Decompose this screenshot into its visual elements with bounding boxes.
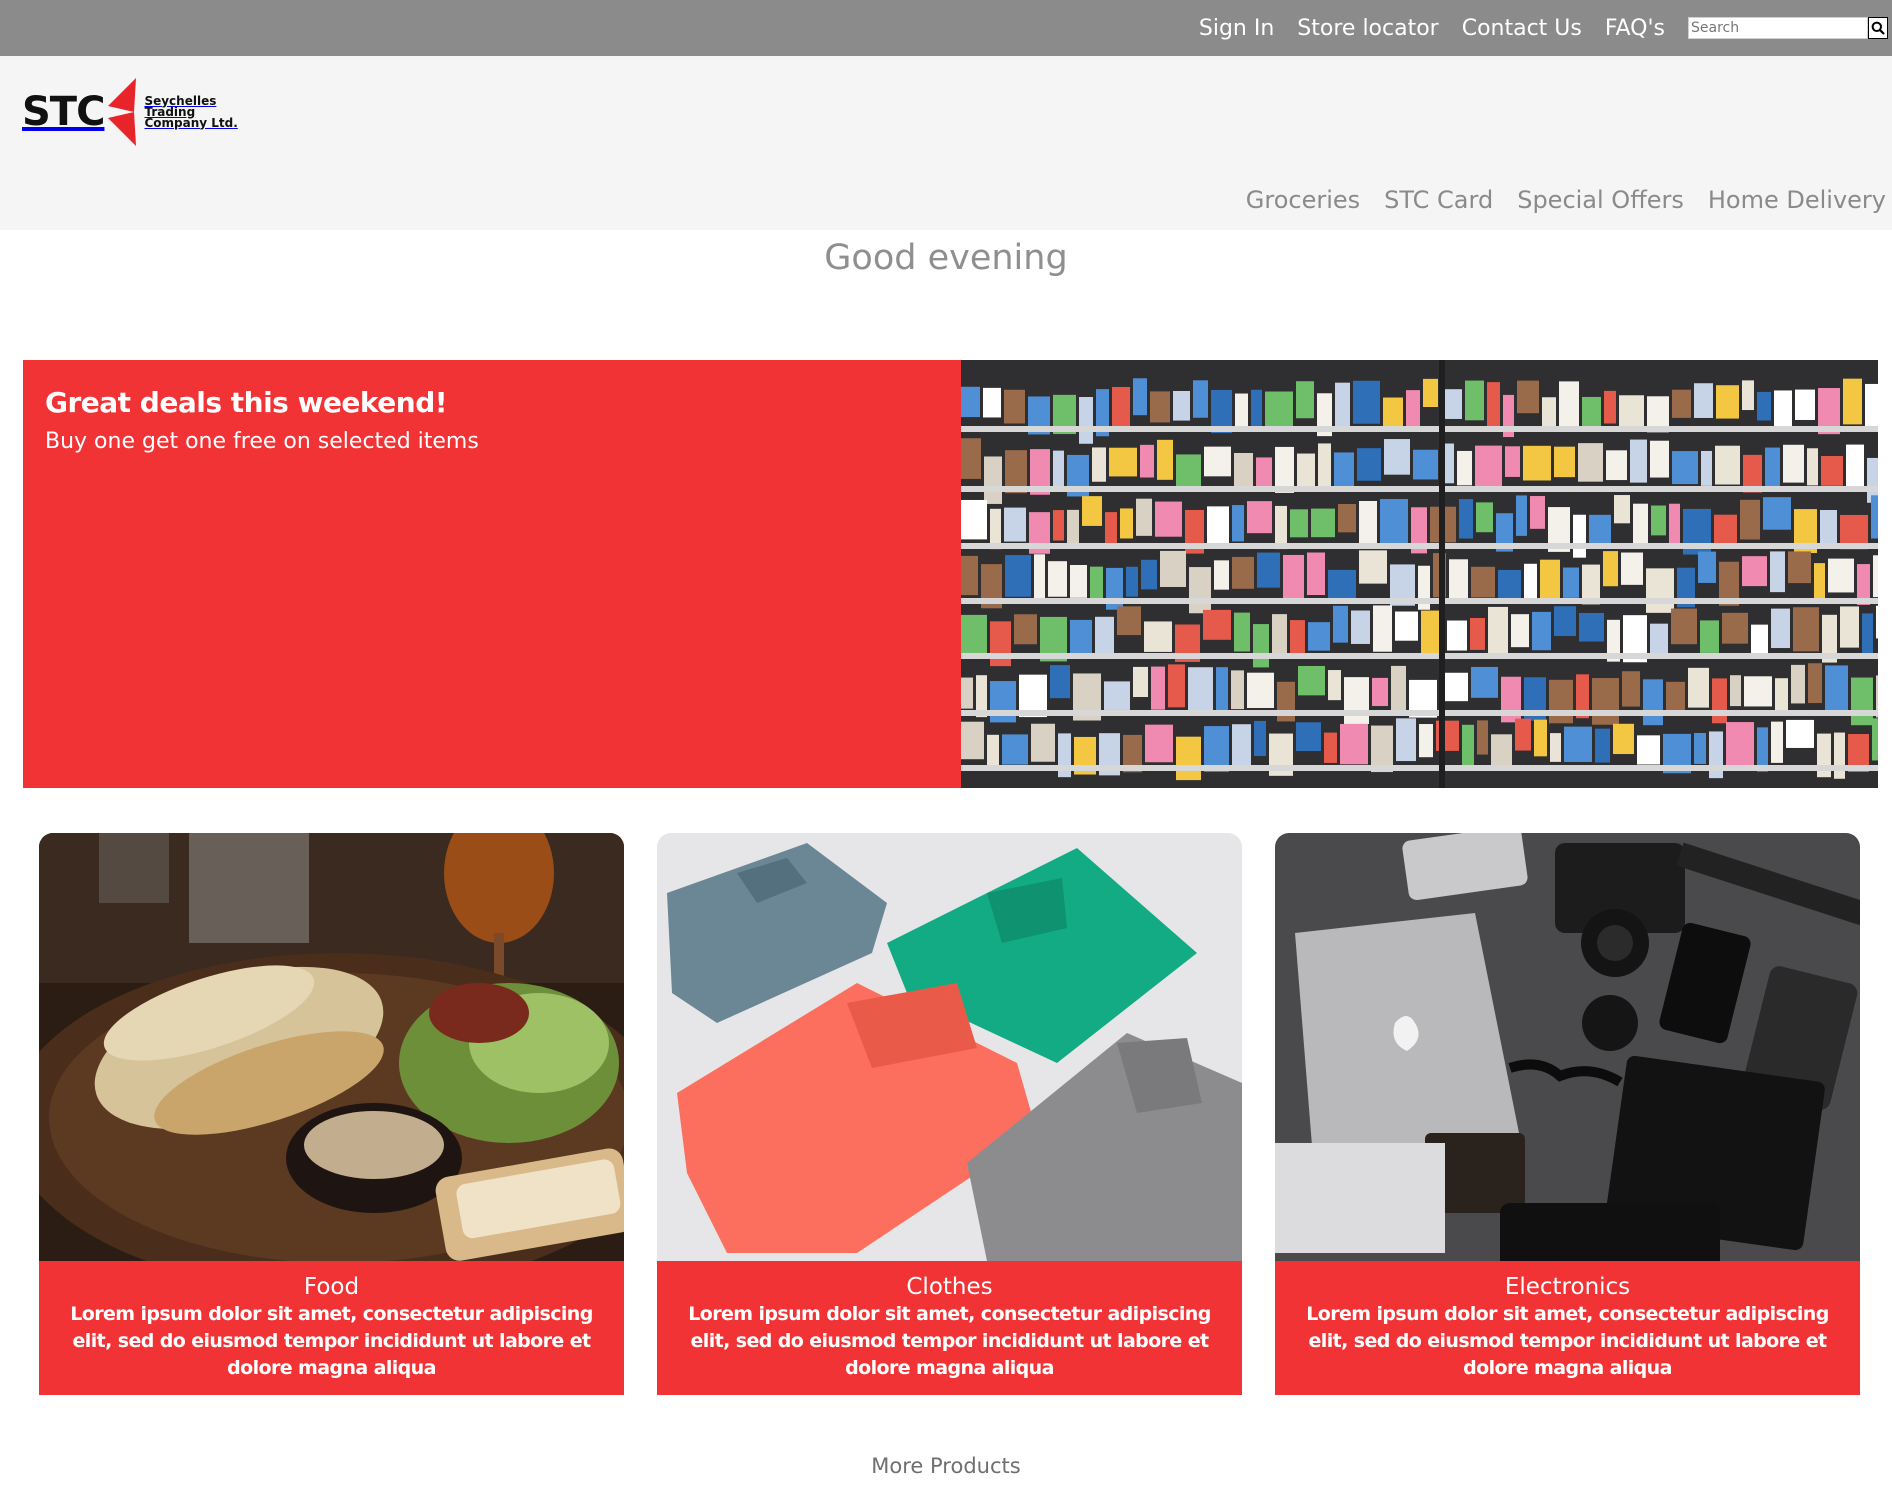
food-plate-image: [39, 833, 624, 1261]
food-card-body: Food Lorem ipsum dolor sit amet, consect…: [39, 1261, 624, 1395]
logo-wordmark: STC: [22, 89, 105, 135]
logo-triangles-icon: [108, 78, 137, 146]
top-utility-bar: Sign In Store locator Contact Us FAQ's: [0, 0, 1892, 56]
nav-groceries[interactable]: Groceries: [1246, 186, 1360, 214]
nav-stc-card[interactable]: STC Card: [1384, 186, 1493, 214]
store-locator-link[interactable]: Store locator: [1297, 16, 1438, 41]
electronics-card-title: Electronics: [1504, 1274, 1631, 1300]
promo-text-panel: Great deals this weekend! Buy one get on…: [23, 360, 961, 788]
electronics-flatlay-image: [1275, 833, 1860, 1261]
electronics-card[interactable]: Electronics Lorem ipsum dolor sit amet, …: [1275, 833, 1860, 1395]
more-products-link[interactable]: More Products: [0, 1454, 1892, 1478]
greeting-heading: Good evening: [824, 238, 1068, 278]
supermarket-shelves-image: [961, 360, 1878, 788]
food-card[interactable]: Food Lorem ipsum dolor sit amet, consect…: [39, 833, 624, 1395]
stc-logo[interactable]: STC Seychelles Trading Company Ltd.: [22, 78, 238, 146]
promo-title: Great deals this weekend!: [45, 386, 448, 419]
search-input[interactable]: [1688, 17, 1868, 39]
food-card-description: Lorem ipsum dolor sit amet, consectetur …: [70, 1303, 593, 1379]
main-nav: Groceries STC Card Special Offers Home D…: [1222, 186, 1886, 214]
nav-special-offers[interactable]: Special Offers: [1517, 186, 1684, 214]
clothes-card-body: Clothes Lorem ipsum dolor sit amet, cons…: [657, 1261, 1242, 1395]
promo-banner[interactable]: Great deals this weekend! Buy one get on…: [23, 360, 1878, 788]
promo-subtitle: Buy one get one free on selected items: [45, 429, 479, 454]
search-button[interactable]: [1868, 17, 1888, 39]
faqs-link[interactable]: FAQ's: [1605, 16, 1665, 41]
sign-in-link[interactable]: Sign In: [1199, 16, 1274, 41]
contact-us-link[interactable]: Contact Us: [1462, 16, 1582, 41]
clothes-card-description: Lorem ipsum dolor sit amet, consectetur …: [688, 1303, 1211, 1379]
category-cards: Food Lorem ipsum dolor sit amet, consect…: [39, 833, 1861, 1395]
site-header: STC Seychelles Trading Company Ltd. Groc…: [0, 56, 1892, 230]
folded-shirts-image: [657, 833, 1242, 1261]
utility-nav: Sign In Store locator Contact Us FAQ's: [1199, 0, 1892, 56]
electronics-card-description: Lorem ipsum dolor sit amet, consectetur …: [1306, 1303, 1829, 1379]
electronics-card-body: Electronics Lorem ipsum dolor sit amet, …: [1275, 1261, 1860, 1395]
logo-company-name: Seychelles Trading Company Ltd.: [144, 95, 238, 130]
search-box: [1688, 17, 1888, 39]
shelves-illustration: [961, 360, 1878, 788]
logo-line-3: Company Ltd.: [144, 115, 238, 130]
food-card-title: Food: [303, 1274, 360, 1300]
nav-home-delivery[interactable]: Home Delivery: [1708, 186, 1886, 214]
clothes-card-title: Clothes: [906, 1274, 993, 1300]
magnifier-icon: [1871, 21, 1885, 35]
clothes-card[interactable]: Clothes Lorem ipsum dolor sit amet, cons…: [657, 833, 1242, 1395]
